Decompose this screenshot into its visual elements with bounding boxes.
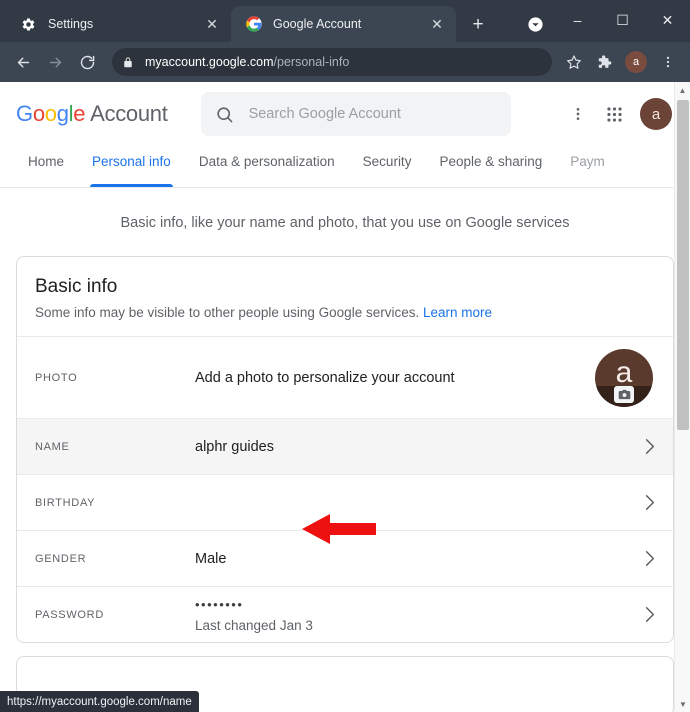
row-label: PASSWORD <box>35 609 195 621</box>
tab-close-icon[interactable]: ✕ <box>203 15 221 33</box>
lock-icon <box>122 56 136 69</box>
page-content: Basic info, like your name and photo, th… <box>0 188 690 712</box>
info-row-birthday[interactable]: BIRTHDAY <box>17 474 673 530</box>
chevron-right-icon <box>631 494 655 511</box>
logo-letter: o <box>45 101 57 126</box>
forward-button[interactable] <box>40 47 70 77</box>
puzzle-icon[interactable] <box>590 48 618 76</box>
info-row-password[interactable]: PASSWORD •••••••• Last changed Jan 3 <box>17 586 673 642</box>
url-path: /personal-info <box>274 55 350 69</box>
tab-home[interactable]: Home <box>14 146 78 187</box>
star-icon[interactable] <box>560 48 588 76</box>
password-masked-value: •••••••• <box>195 597 631 612</box>
info-row-photo[interactable]: PHOTO Add a photo to personalize your ac… <box>17 336 673 418</box>
row-label: GENDER <box>35 553 195 565</box>
row-value: Add a photo to personalize your account <box>195 370 593 386</box>
basic-info-description-text: Some info may be visible to other people… <box>35 305 419 320</box>
window-minimize-button[interactable]: – <box>555 0 600 40</box>
browser-toolbar: myaccount.google.com/personal-info a <box>0 42 690 82</box>
profile-avatar-chip[interactable]: a <box>625 51 647 73</box>
page-viewport: GoogleAccount Search Google Account a Ho… <box>0 82 690 712</box>
row-value: Male <box>195 551 631 567</box>
scrollbar-thumb[interactable] <box>677 100 689 430</box>
browser-tab-google-account[interactable]: Google Account ✕ <box>231 6 456 42</box>
basic-info-title: Basic info <box>35 276 655 298</box>
reload-button[interactable] <box>72 47 102 77</box>
three-dots-vertical-icon[interactable] <box>562 98 594 130</box>
gear-icon <box>20 16 37 33</box>
back-button[interactable] <box>8 47 38 77</box>
search-placeholder: Search Google Account <box>249 106 401 122</box>
tab-strip: Settings ✕ Google Account ✕ + <box>0 0 690 42</box>
logo-word-account: Account <box>90 101 167 126</box>
window-maximize-button[interactable]: ☐ <box>600 0 645 40</box>
tab-payments[interactable]: Paym <box>556 146 619 187</box>
row-label: NAME <box>35 441 195 453</box>
header-actions: a <box>562 98 672 130</box>
tab-data-personalization[interactable]: Data & personalization <box>185 146 349 187</box>
learn-more-link[interactable]: Learn more <box>423 305 492 320</box>
photo-avatar-wrapper[interactable]: a <box>593 349 655 407</box>
chevron-right-icon <box>631 550 655 567</box>
logo-letter: g <box>57 101 69 126</box>
basic-info-card: Basic info Some info may be visible to o… <box>16 256 674 643</box>
password-last-changed: Last changed Jan 3 <box>195 618 631 633</box>
google-apps-grid-icon[interactable] <box>598 98 630 130</box>
avatar[interactable]: a <box>640 98 672 130</box>
account-nav-tabs: Home Personal info Data & personalizatio… <box>0 146 690 188</box>
row-label: PHOTO <box>35 372 195 384</box>
tab-title: Google Account <box>273 17 428 31</box>
logo-letter: o <box>33 101 45 126</box>
browser-tab-settings[interactable]: Settings ✕ <box>6 6 231 42</box>
three-dots-vertical-icon[interactable] <box>654 48 682 76</box>
chevron-down-circle-icon[interactable] <box>522 11 548 37</box>
browser-window: Settings ✕ Google Account ✕ + <box>0 0 690 712</box>
logo-letter: e <box>73 101 85 126</box>
basic-info-card-header: Basic info Some info may be visible to o… <box>17 257 673 336</box>
link-status-bubble: https://myaccount.google.com/name <box>0 691 199 712</box>
new-tab-button[interactable]: + <box>464 10 492 38</box>
scrollbar-up-arrow-icon[interactable]: ▲ <box>675 82 690 98</box>
scrollbar-down-arrow-icon[interactable]: ▼ <box>675 696 690 712</box>
tab-close-icon[interactable]: ✕ <box>428 15 446 33</box>
window-close-button[interactable]: ✕ <box>645 0 690 40</box>
basic-info-description: Some info may be visible to other people… <box>35 305 655 320</box>
search-input[interactable]: Search Google Account <box>201 92 511 136</box>
info-row-name[interactable]: NAME alphr guides <box>17 418 673 474</box>
page-subtitle: Basic info, like your name and photo, th… <box>16 188 674 256</box>
url-domain: myaccount.google.com <box>145 55 274 69</box>
chevron-right-icon <box>631 438 655 455</box>
google-account-logo[interactable]: GoogleAccount <box>16 101 168 127</box>
logo-letter: G <box>16 101 33 126</box>
google-g-icon <box>245 16 262 33</box>
address-bar-url: myaccount.google.com/personal-info <box>145 55 349 69</box>
camera-icon[interactable] <box>614 386 634 403</box>
chevron-right-icon <box>631 606 655 623</box>
tab-security[interactable]: Security <box>349 146 426 187</box>
row-label: BIRTHDAY <box>35 497 195 509</box>
info-row-gender[interactable]: GENDER Male <box>17 530 673 586</box>
window-controls: – ☐ ✕ <box>555 0 690 40</box>
tab-title: Settings <box>48 17 203 31</box>
tab-people-sharing[interactable]: People & sharing <box>425 146 556 187</box>
tab-personal-info[interactable]: Personal info <box>78 146 185 187</box>
row-value: •••••••• Last changed Jan 3 <box>195 597 631 633</box>
google-account-header: GoogleAccount Search Google Account a <box>0 82 690 146</box>
search-icon <box>215 105 235 124</box>
avatar-initial: a <box>616 358 633 388</box>
page-scrollbar[interactable]: ▲ ▼ <box>674 82 690 712</box>
row-value: alphr guides <box>195 439 631 455</box>
address-bar[interactable]: myaccount.google.com/personal-info <box>112 48 552 76</box>
